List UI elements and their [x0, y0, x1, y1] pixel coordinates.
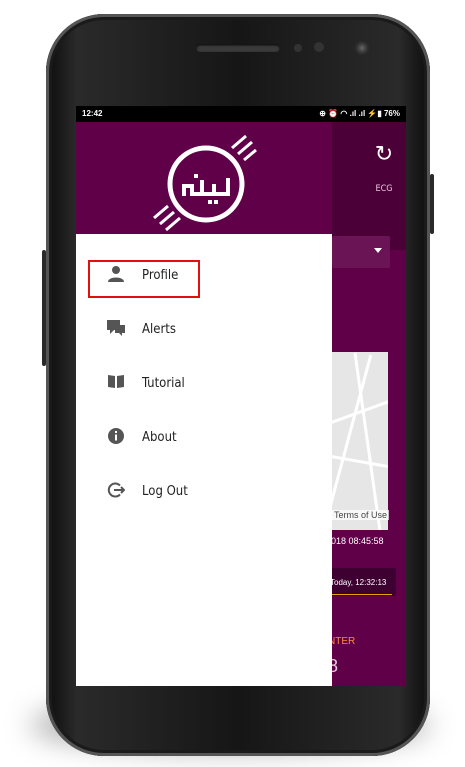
menu-item-alerts[interactable]: Alerts: [76, 310, 332, 350]
tab-ecg[interactable]: ECG: [364, 184, 404, 194]
power-button: [430, 174, 434, 234]
drawer-header: [76, 122, 332, 234]
menu-item-tutorial[interactable]: Tutorial: [76, 364, 332, 404]
status-icons: ⊕ ⏰ ◠ .ıl .ıl ⚡▮ 76%: [319, 109, 400, 118]
volume-button: [42, 250, 46, 366]
map-terms-link[interactable]: Terms of Use: [332, 510, 390, 520]
book-icon: [106, 373, 126, 393]
refresh-icon[interactable]: ↻: [372, 142, 396, 166]
app-logo: [153, 134, 257, 232]
logout-icon: [106, 481, 126, 501]
dropdown-arrow-icon: [374, 248, 382, 253]
navigation-drawer: Profile Alerts Tutorial About Log Out: [76, 122, 332, 686]
info-underline: [328, 594, 392, 595]
status-time: 12:42: [82, 109, 103, 118]
device-dropdown[interactable]: [332, 236, 390, 268]
info-icon: [106, 427, 126, 447]
menu-label: About: [142, 430, 177, 445]
status-bar: 12:42 ⊕ ⏰ ◠ .ıl .ıl ⚡▮ 76%: [76, 106, 406, 122]
light-sensor: [314, 42, 324, 52]
front-camera: [354, 40, 370, 56]
menu-label: Tutorial: [142, 376, 185, 391]
phone-screen: 12:42 ⊕ ⏰ ◠ .ıl .ıl ⚡▮ 76% ↻ ECG Terms o…: [76, 106, 406, 686]
menu-item-about[interactable]: About: [76, 418, 332, 458]
reading-time: Today, 12:32:13: [330, 578, 387, 587]
earpiece-speaker: [196, 44, 280, 52]
profile-highlight-box: [88, 260, 200, 298]
partial-label: NTER: [328, 636, 356, 647]
proximity-sensor: [294, 44, 302, 52]
menu-label: Alerts: [142, 322, 176, 337]
last-update-time: 2018 08:45:58: [326, 536, 384, 546]
chat-icon: [106, 319, 126, 339]
menu-item-logout[interactable]: Log Out: [76, 472, 332, 512]
menu-label: Log Out: [142, 484, 188, 499]
